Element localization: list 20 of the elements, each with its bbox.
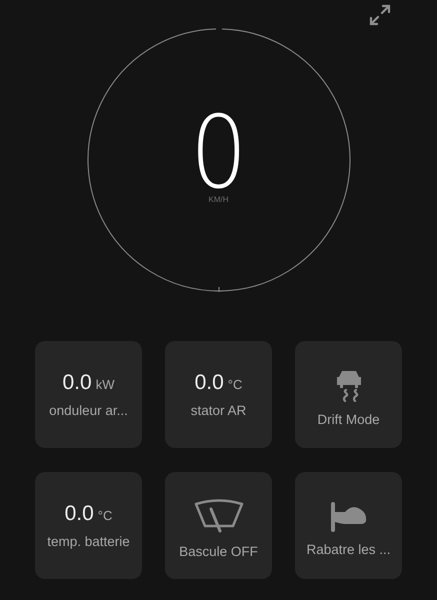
control-label: Bascule OFF <box>179 544 258 559</box>
control-label: Drift Mode <box>317 412 380 427</box>
control-tile[interactable]: Bascule OFF <box>165 472 272 579</box>
control-tile[interactable]: Rabatre les ... <box>295 472 402 579</box>
expand-icon <box>368 3 392 27</box>
speed-unit: KM/H <box>208 194 228 204</box>
control-tile[interactable]: Drift Mode <box>295 341 402 448</box>
reading-label: onduleur ar... <box>49 403 128 418</box>
control-label: Rabatre les ... <box>306 542 391 557</box>
mirror-icon <box>330 500 368 534</box>
speed-value: 0 <box>190 110 248 194</box>
reading-unit: °C <box>98 508 112 523</box>
reading-value: 0.0 <box>194 371 224 395</box>
expand-button[interactable] <box>367 2 393 28</box>
reading-label: temp. batterie <box>47 534 130 549</box>
reading-label: stator AR <box>190 403 246 418</box>
reading-value: 0.0 <box>64 502 94 526</box>
reading-unit: °C <box>228 377 242 392</box>
reading-unit: kW <box>96 377 114 392</box>
reading-value: 0.0 <box>62 371 92 395</box>
